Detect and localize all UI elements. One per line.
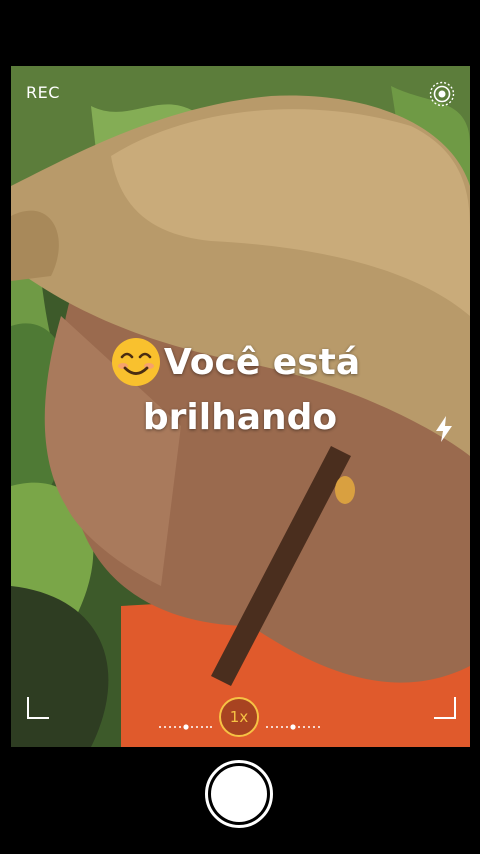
- zoom-button[interactable]: 1x: [219, 697, 259, 737]
- zoom-scale-left[interactable]: [158, 715, 212, 730]
- frame-corner-bottom-right: [434, 697, 456, 719]
- shutter-inner: [211, 766, 267, 822]
- zoom-label: 1x: [229, 708, 249, 726]
- rec-indicator[interactable]: REC: [26, 83, 60, 102]
- frame-corner-bottom-left: [27, 697, 49, 719]
- flash-icon[interactable]: [432, 415, 456, 443]
- caption-line-1: Você está: [163, 342, 361, 383]
- shutter-button[interactable]: [205, 760, 273, 828]
- caption-line-2: brilhando: [142, 397, 338, 438]
- live-photo-icon[interactable]: [429, 81, 455, 107]
- zoom-scale-right[interactable]: [265, 715, 321, 730]
